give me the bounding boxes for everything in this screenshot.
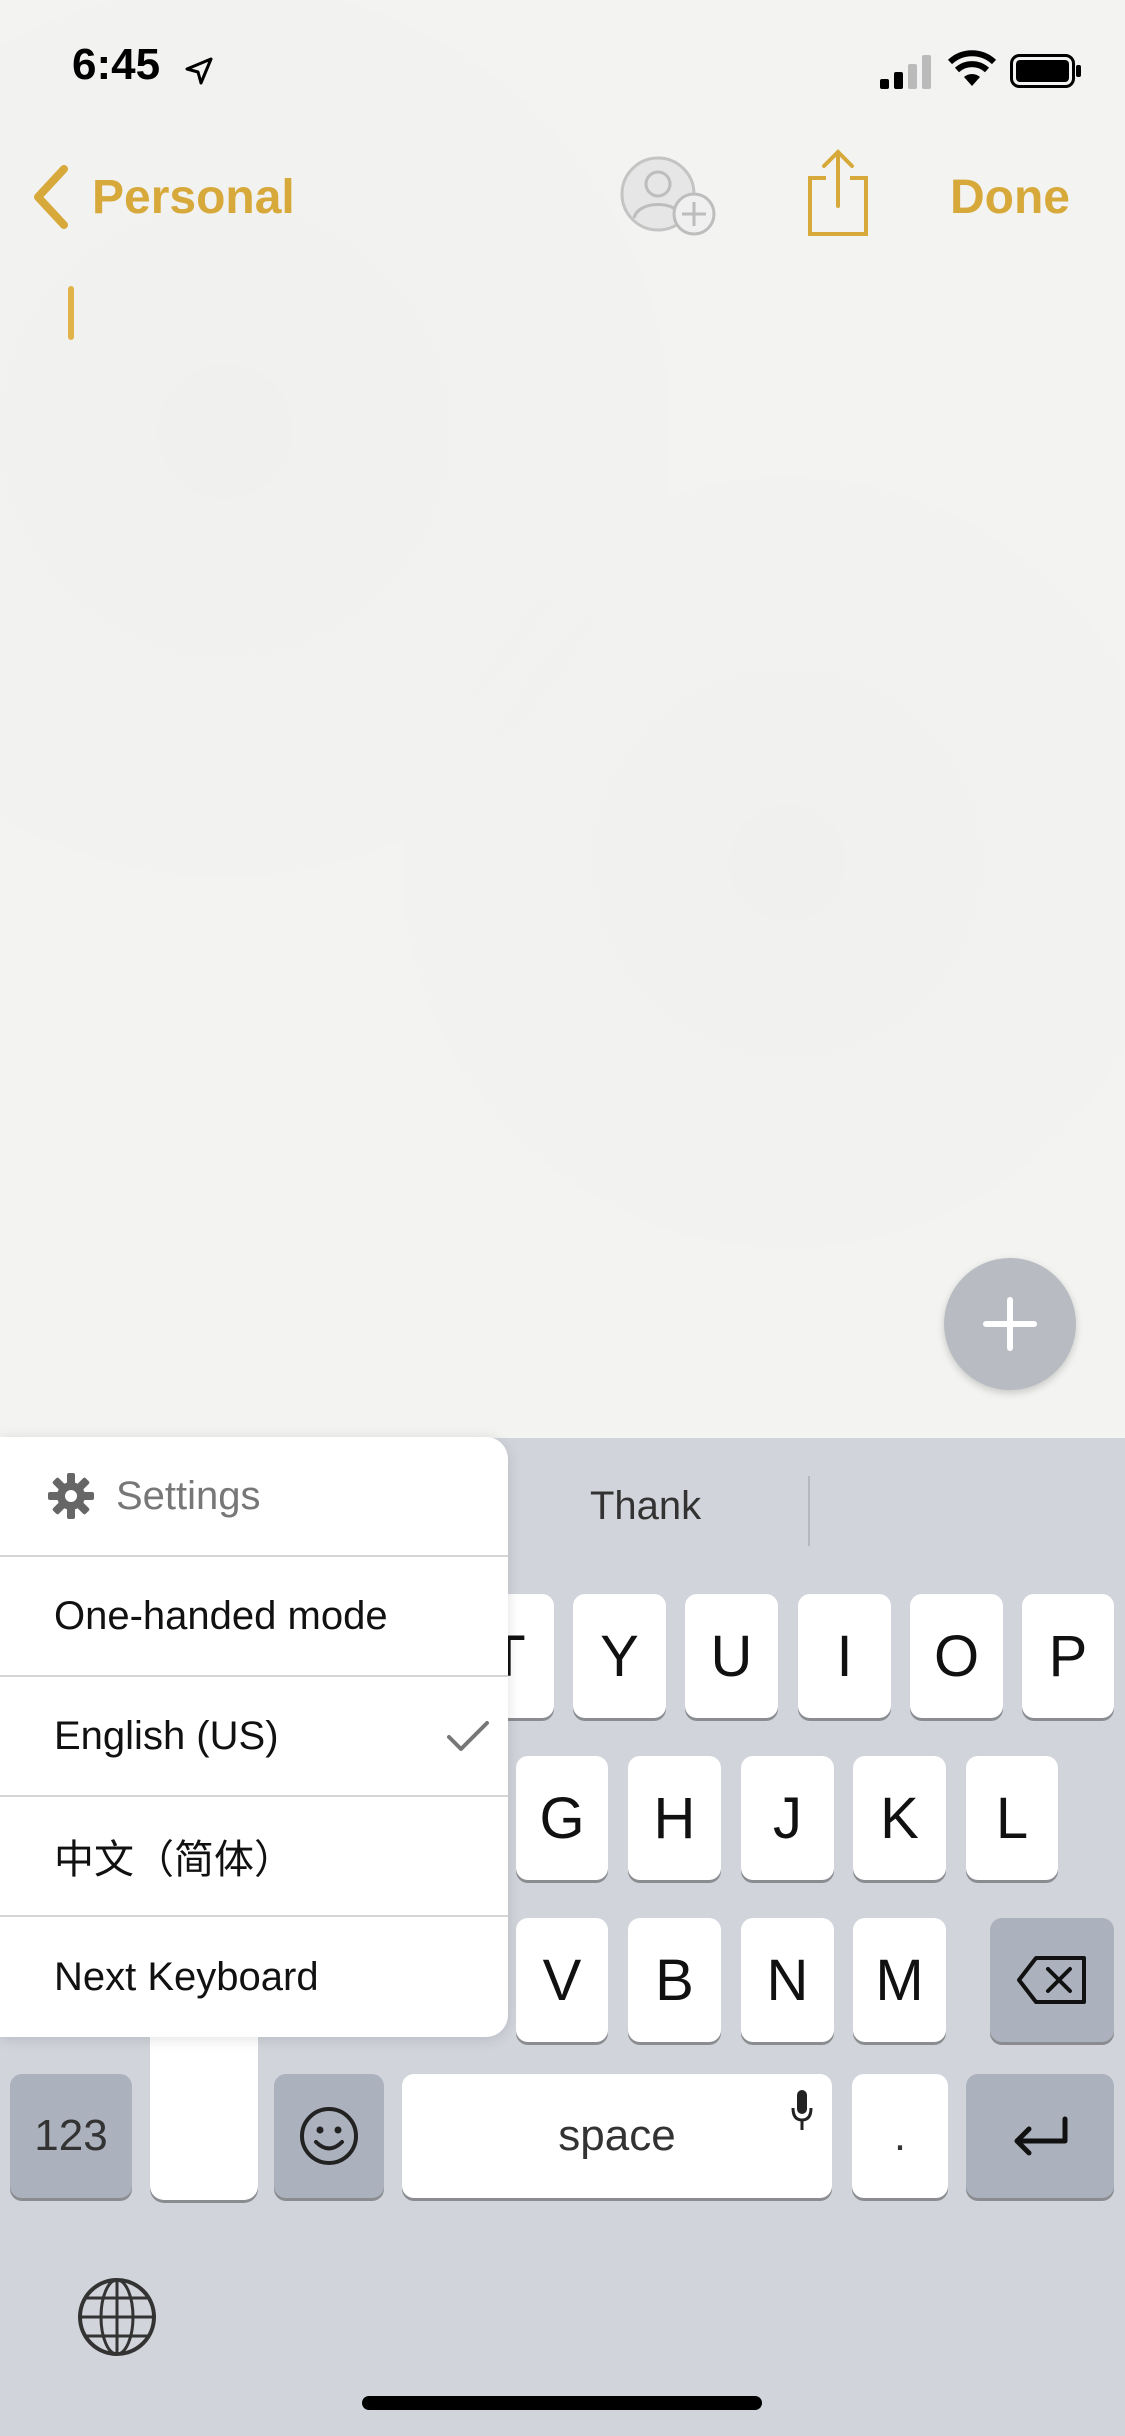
prediction-middle[interactable]: Thank [590, 1484, 701, 1529]
popup-item-next-keyboard[interactable]: Next Keyboard [0, 1917, 508, 2037]
space-key[interactable]: space [402, 2074, 832, 2198]
home-indicator[interactable] [362, 2396, 762, 2410]
add-attachment-button[interactable] [944, 1258, 1076, 1390]
popup-item-chinese[interactable]: 中文（简体） [0, 1797, 508, 1917]
popup-item-label: 中文（简体） [54, 1838, 294, 1882]
popup-item-label: Next Keyboard [54, 1954, 319, 1999]
location-arrow-icon [185, 57, 213, 85]
backspace-key[interactable] [990, 1918, 1114, 2042]
key-p[interactable]: P [1022, 1594, 1114, 1718]
key-j[interactable]: J [741, 1756, 834, 1880]
key-n[interactable]: N [741, 1918, 834, 2042]
key-u[interactable]: U [685, 1594, 778, 1718]
space-key-label: space [558, 2111, 676, 2160]
key-b[interactable]: B [628, 1918, 721, 2042]
popup-item-english[interactable]: English (US) [0, 1677, 508, 1797]
status-time: 6:45 [72, 40, 161, 89]
period-key[interactable]: . [852, 2074, 948, 2198]
emoji-key[interactable] [274, 2074, 384, 2198]
wifi-icon [948, 50, 996, 86]
gear-icon [48, 1473, 94, 1519]
key-y[interactable]: Y [573, 1594, 666, 1718]
back-button[interactable]: Personal [92, 170, 295, 225]
battery-icon [1010, 54, 1081, 88]
popup-item-label: English (US) [54, 1713, 279, 1758]
keyboard-options-popup: Settings One-handed mode English (US) 中文… [0, 1437, 508, 2037]
key-i[interactable]: I [798, 1594, 891, 1718]
plus-icon [983, 1297, 1037, 1351]
key-g[interactable]: G [516, 1756, 608, 1880]
key-v[interactable]: V [516, 1918, 608, 2042]
checkmark-icon [447, 1721, 489, 1751]
return-icon [1014, 2116, 1068, 2156]
key-m[interactable]: M [853, 1918, 946, 2042]
popup-settings-item[interactable]: Settings [0, 1437, 508, 1557]
globe-icon[interactable] [76, 2276, 158, 2358]
popup-stem [150, 2030, 258, 2200]
chevron-left-icon[interactable] [30, 165, 70, 229]
popup-item-one-handed[interactable]: One-handed mode [0, 1557, 508, 1677]
key-h[interactable]: H [628, 1756, 721, 1880]
done-button[interactable]: Done [950, 170, 1070, 225]
microphone-icon[interactable] [790, 2088, 814, 2132]
numbers-key[interactable]: 123 [10, 2074, 132, 2198]
share-icon[interactable] [806, 148, 870, 238]
key-k[interactable]: K [853, 1756, 946, 1880]
key-o[interactable]: O [910, 1594, 1003, 1718]
return-key[interactable] [966, 2074, 1114, 2198]
signal-icon [880, 55, 931, 89]
backspace-icon [1017, 1956, 1086, 2004]
text-cursor [68, 286, 74, 340]
prediction-separator [808, 1476, 810, 1546]
popup-settings-label: Settings [116, 1473, 261, 1518]
key-l[interactable]: L [966, 1756, 1058, 1880]
emoji-icon [300, 2107, 358, 2165]
popup-item-label: One-handed mode [54, 1593, 388, 1638]
add-person-icon[interactable] [618, 154, 720, 240]
